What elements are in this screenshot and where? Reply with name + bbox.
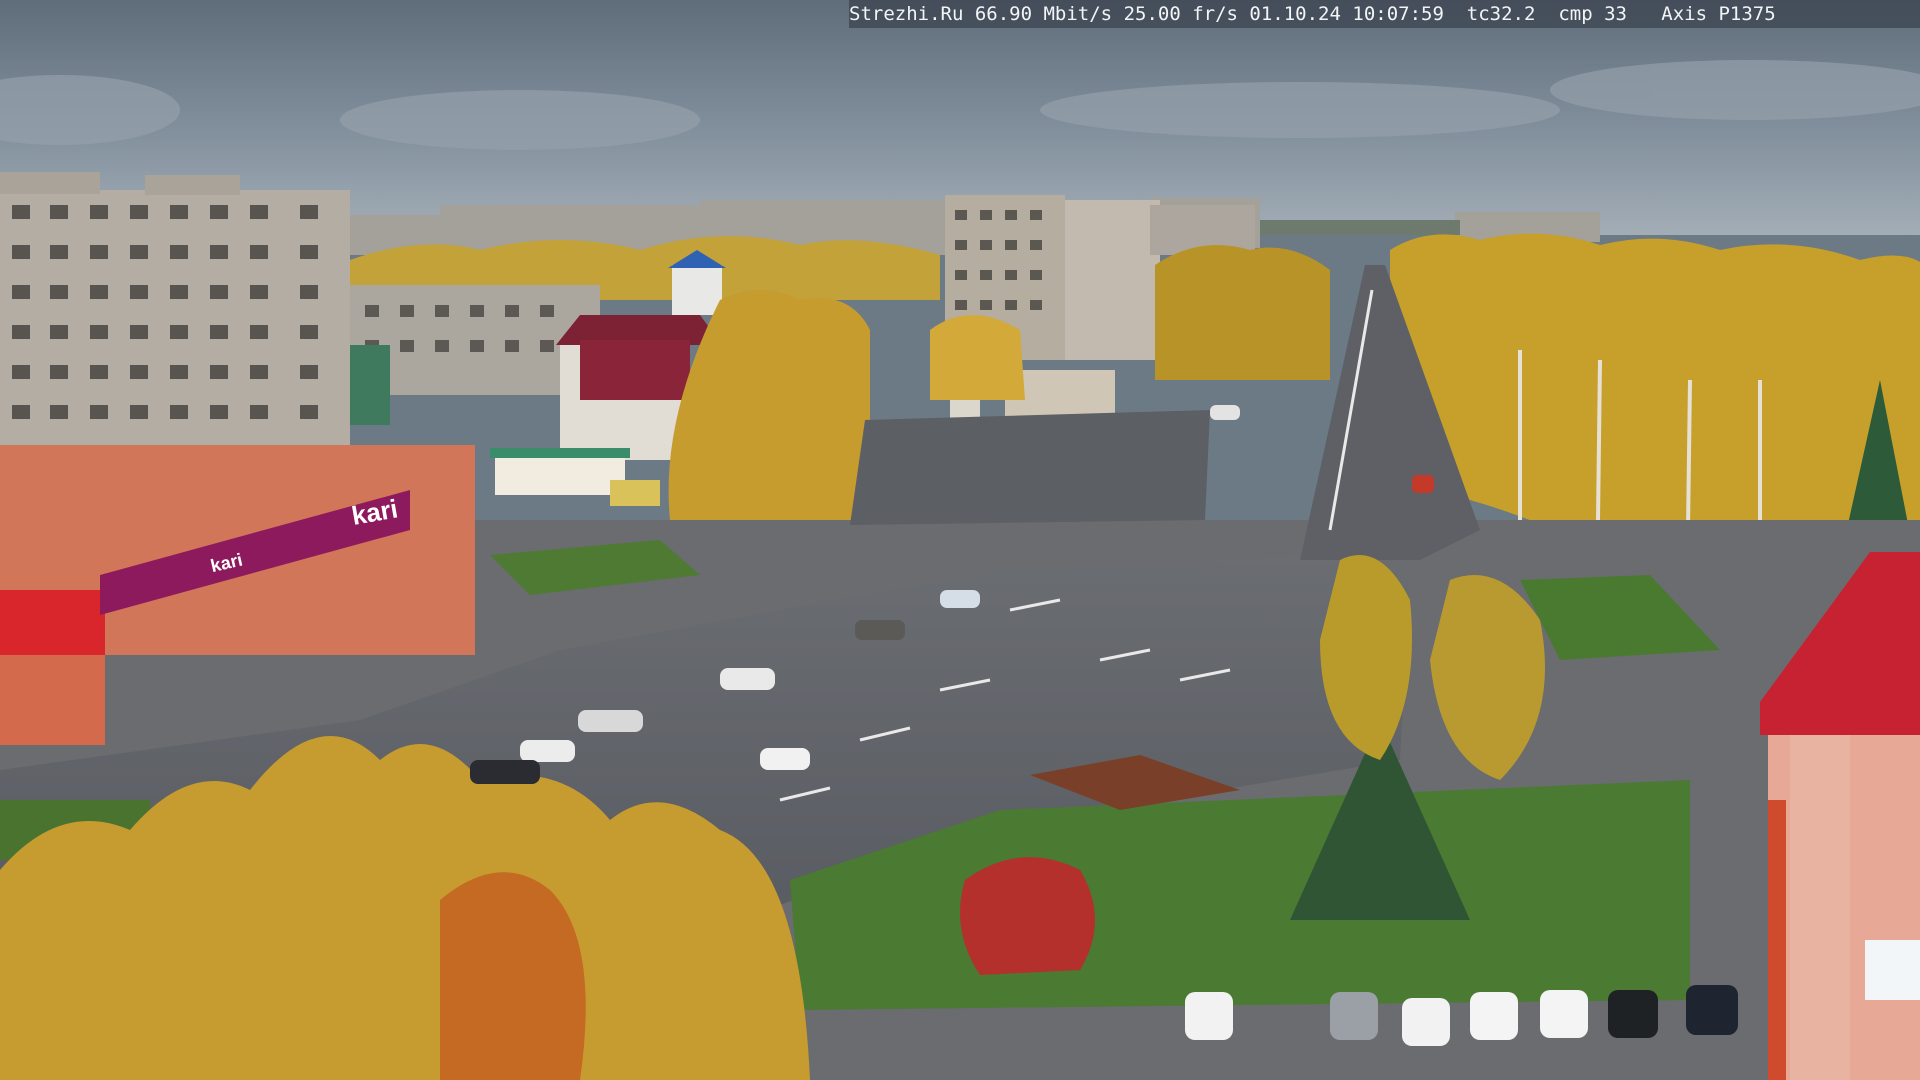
osd-tc: tc32.2 <box>1466 3 1536 25</box>
red-bush <box>960 857 1095 975</box>
trees-center-small <box>930 315 1025 400</box>
osd-cmp: cmp 33 <box>1558 3 1627 25</box>
osd-date: 01.10.24 <box>1249 3 1341 25</box>
osd-bitrate: 66.90 Mbit/s <box>974 3 1113 25</box>
osd-camera: Axis P1375 <box>1661 3 1776 25</box>
osd-framerate: 25.00 fr/s <box>1123 3 1238 25</box>
osd-site: Strezhi.Ru <box>849 3 964 25</box>
parking-plaza <box>850 410 1210 525</box>
webcam-scene: kari kari <box>0 0 1920 1080</box>
trees-center <box>1155 245 1330 380</box>
camera-osd-overlay: Strezhi.Ru 66.90 Mbit/s 25.00 fr/s 01.10… <box>849 0 1920 28</box>
osd-time: 10:07:59 <box>1352 3 1444 25</box>
